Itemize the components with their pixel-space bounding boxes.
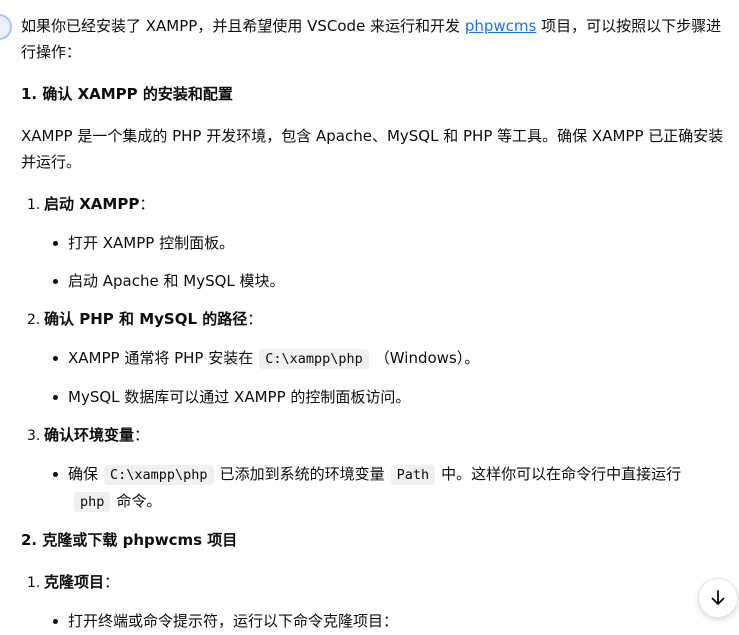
chat-response-page: 如果你已经安装了 XAMPP，并且希望使用 VSCode 来运行和开发 phpw… — [0, 0, 739, 635]
assistant-message: 如果你已经安装了 XAMPP，并且希望使用 VSCode 来运行和开发 phpw… — [21, 13, 725, 635]
step-env-vars: 3. 确认环境变量： 确保 C:\xampp\php 已添加到系统的环境变量 Path… — [21, 422, 725, 515]
inline-code: php — [74, 492, 111, 512]
step-title: 2. 确认 PHP 和 MySQL 的路径： — [27, 306, 725, 333]
section1-paragraph: XAMPP 是一个集成的 PHP 开发环境，包含 Apache、MySQL 和 … — [21, 127, 724, 171]
step-title: 1. 克隆项目： — [27, 569, 725, 596]
inline-code: C:\xampp\php — [104, 465, 214, 485]
bullet-list: 打开 XAMPP 控制面板。 启动 Apache 和 MySQL 模块。 — [21, 230, 725, 294]
list-item: 启动 Apache 和 MySQL 模块。 — [21, 268, 725, 294]
step-number: 1. — [27, 197, 41, 213]
step-number: 1. — [27, 575, 41, 591]
step-colon: ： — [104, 573, 120, 591]
section1-heading: 1. 确认 XAMPP 的安装和配置 — [21, 85, 233, 103]
step-title: 3. 确认环境变量： — [27, 422, 725, 449]
assistant-avatar — [0, 14, 12, 40]
step-number: 2. — [27, 312, 41, 328]
step-start-xampp: 1. 启动 XAMPP： 打开 XAMPP 控制面板。 启动 Apache 和 … — [21, 191, 725, 294]
section2-heading: 2. 克隆或下载 phpwcms 项目 — [21, 531, 238, 549]
arrow-down-icon — [709, 589, 727, 607]
scroll-to-bottom-button[interactable] — [698, 578, 738, 618]
step-confirm-paths: 2. 确认 PHP 和 MySQL 的路径： XAMPP 通常将 PHP 安装在… — [21, 306, 725, 410]
phpwcms-link[interactable]: phpwcms — [465, 17, 537, 35]
list-item: 打开 XAMPP 控制面板。 — [21, 230, 725, 256]
step-colon: ： — [134, 426, 150, 444]
step-label: 启动 XAMPP — [44, 195, 140, 213]
list-item: 打开终端或命令提示符，运行以下命令克隆项目： — [21, 608, 725, 634]
step-label: 克隆项目 — [44, 573, 105, 591]
bullet-list: 打开终端或命令提示符，运行以下命令克隆项目： — [21, 608, 725, 634]
text: 已添加到系统的环境变量 — [219, 465, 385, 483]
list-item: MySQL 数据库可以通过 XAMPP 的控制面板访问。 — [21, 384, 725, 410]
step-colon: ： — [139, 195, 155, 213]
inline-code: C:\xampp\php — [259, 349, 369, 369]
list-item: XAMPP 通常将 PHP 安装在 C:\xampp\php （Windows）。 — [21, 345, 725, 372]
text: 命令。 — [116, 492, 162, 510]
step-title: 1. 启动 XAMPP： — [27, 191, 725, 218]
step-label: 确认环境变量 — [44, 426, 135, 444]
intro-paragraph: 如果你已经安装了 XAMPP，并且希望使用 VSCode 来运行和开发 phpw… — [21, 13, 725, 65]
inline-code: Path — [390, 465, 436, 485]
intro-text-pre: 如果你已经安装了 XAMPP，并且希望使用 VSCode 来运行和开发 — [21, 17, 465, 35]
text: XAMPP 通常将 PHP 安装在 — [68, 349, 254, 367]
step-number: 3. — [27, 428, 41, 444]
text: 中。这样你可以在命令行中直接运行 — [441, 465, 682, 483]
bullet-list: 确保 C:\xampp\php 已添加到系统的环境变量 Path 中。这样你可以在命令行… — [21, 461, 725, 515]
text: （Windows）。 — [374, 349, 480, 367]
list-item: 确保 C:\xampp\php 已添加到系统的环境变量 Path 中。这样你可以在命令行… — [21, 461, 725, 515]
section1-steps: 1. 启动 XAMPP： 打开 XAMPP 控制面板。 启动 Apache 和 … — [21, 191, 725, 515]
step-clone-project: 1. 克隆项目： 打开终端或命令提示符，运行以下命令克隆项目： — [21, 569, 725, 634]
step-label: 确认 PHP 和 MySQL 的路径 — [44, 310, 248, 328]
section2-steps: 1. 克隆项目： 打开终端或命令提示符，运行以下命令克隆项目： — [21, 569, 725, 634]
bullet-list: XAMPP 通常将 PHP 安装在 C:\xampp\php （Windows）。 … — [21, 345, 725, 410]
step-colon: ： — [247, 310, 263, 328]
text: 确保 — [68, 465, 99, 483]
